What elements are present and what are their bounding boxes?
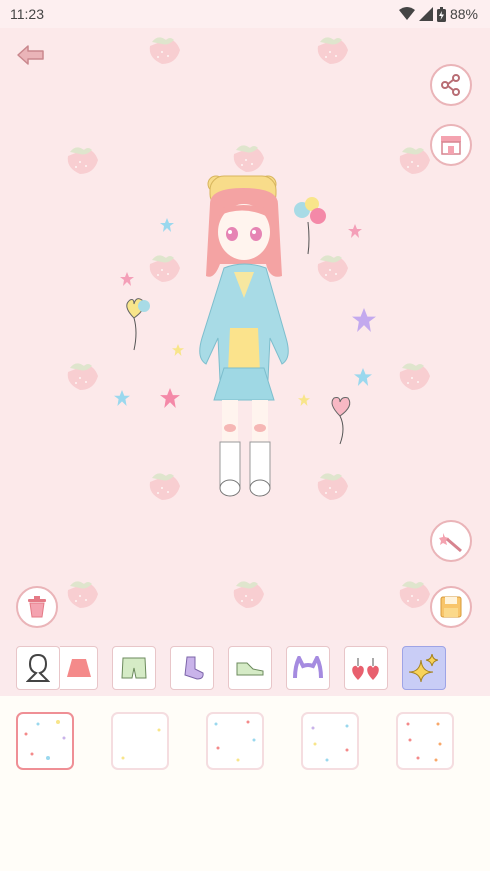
- sneaker-icon: [236, 662, 264, 676]
- effect-item-4[interactable]: [301, 712, 359, 770]
- star-decoration: [354, 368, 372, 386]
- tab-shorts[interactable]: [112, 646, 156, 690]
- battery-percent: 88%: [449, 6, 478, 22]
- star-decoration: [348, 224, 362, 238]
- share-button[interactable]: [430, 64, 472, 106]
- heart-earrings-icon: [352, 658, 379, 680]
- tab-socks[interactable]: [170, 646, 214, 690]
- effect-item-1[interactable]: [16, 712, 74, 770]
- tab-headwear[interactable]: [286, 646, 330, 690]
- status-icons: 88%: [398, 6, 478, 22]
- tab-skirt[interactable]: [60, 646, 98, 690]
- star-decoration: [120, 272, 134, 286]
- category-tabs: [0, 640, 490, 696]
- cat-ears-icon: [293, 656, 323, 679]
- status-bar: 11:23 88%: [0, 0, 490, 28]
- balloon-icon: [331, 397, 351, 445]
- wifi-icon: [398, 7, 415, 20]
- effect-items-panel: [0, 696, 490, 871]
- tab-shoes[interactable]: [228, 646, 272, 690]
- tab-body[interactable]: [16, 646, 60, 690]
- clock: 11:23: [10, 6, 44, 22]
- effect-item-3[interactable]: [206, 712, 264, 770]
- magic-wand-icon: [439, 533, 462, 553]
- star-decoration: [160, 218, 174, 232]
- star-decoration: [114, 390, 130, 406]
- sock-icon: [184, 656, 204, 680]
- sparkles-icon: [121, 728, 161, 760]
- back-arrow-icon: [17, 45, 44, 65]
- battery-icon: [436, 6, 446, 22]
- confetti-icon: [214, 720, 256, 762]
- shorts-icon: [121, 657, 147, 679]
- body-silhouette-icon: [26, 653, 50, 682]
- trash-icon: [28, 596, 46, 618]
- save-icon: [440, 596, 462, 618]
- trash-button[interactable]: [16, 586, 58, 628]
- sparkles-icon: [409, 654, 439, 682]
- shop-icon: [441, 136, 461, 155]
- confetti-icon: [406, 722, 442, 762]
- balloon-icon: [126, 298, 150, 351]
- star-decoration: [160, 388, 180, 408]
- save-button[interactable]: [430, 586, 472, 628]
- tab-earrings[interactable]: [344, 646, 388, 690]
- share-icon: [441, 74, 460, 96]
- star-decoration: [172, 344, 184, 356]
- effect-item-2[interactable]: [111, 712, 169, 770]
- dressup-stage: [0, 28, 490, 640]
- confetti-icon: [311, 724, 349, 762]
- magic-button[interactable]: [430, 520, 472, 562]
- balloon-icon: [294, 197, 326, 255]
- tab-effects[interactable]: [402, 646, 446, 690]
- shop-button[interactable]: [430, 124, 472, 166]
- star-decoration: [298, 394, 310, 406]
- confetti-icon: [24, 720, 66, 760]
- effect-item-5[interactable]: [396, 712, 454, 770]
- back-button[interactable]: [16, 44, 46, 71]
- skirt-icon: [66, 659, 91, 677]
- star-decoration: [352, 308, 376, 332]
- signal-icon: [418, 7, 433, 21]
